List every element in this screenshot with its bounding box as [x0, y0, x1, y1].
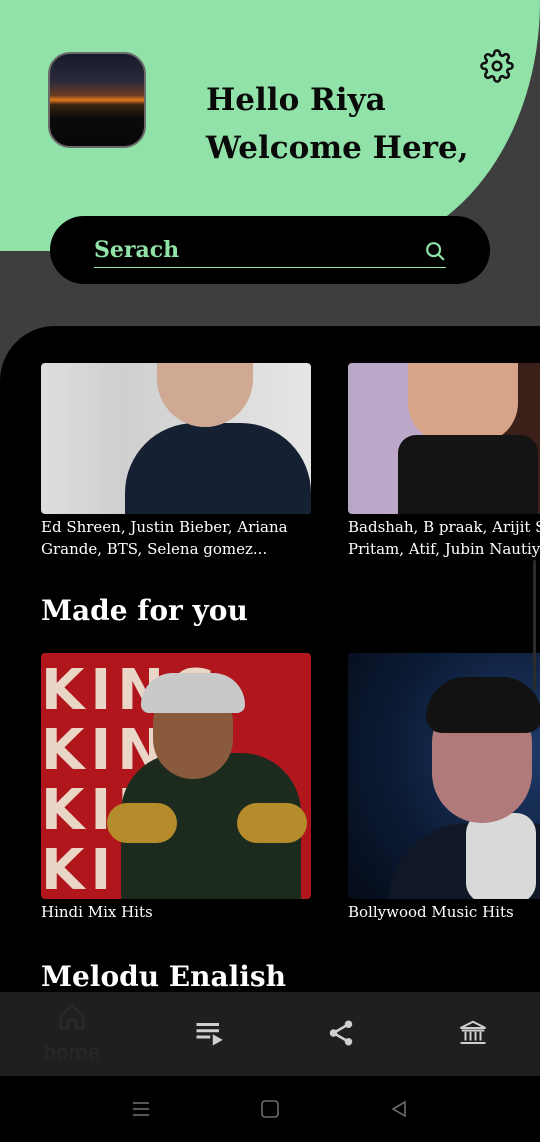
nav-playlist[interactable]	[170, 992, 250, 1076]
gear-icon[interactable]	[480, 49, 514, 83]
main-content: Ed Shreen, Justin Bieber, Ariana Grande,…	[0, 326, 540, 992]
playlist-cover: KING KING KING KING	[41, 653, 311, 899]
artist-caption-line-1: Ed Shreen, Justin Bieber, Ariana	[41, 518, 288, 536]
greeting-line-2: Welcome Here,	[206, 130, 469, 166]
artist-image	[41, 363, 311, 514]
nav-home[interactable]: home	[32, 992, 112, 1076]
playlist-card[interactable]: KING KING KING KING Hindi Mix Hits	[41, 653, 311, 923]
scrollbar[interactable]	[533, 560, 536, 690]
nav-home-label: home	[43, 1040, 101, 1064]
nav-library[interactable]	[434, 992, 514, 1076]
greeting-line-1: Hello Riya	[206, 82, 386, 118]
bottom-nav: home	[0, 992, 540, 1076]
share-icon	[329, 1020, 353, 1046]
artist-caption-line-2: Grande, BTS, Selena gomez...	[41, 540, 268, 558]
search-icon[interactable]	[424, 240, 446, 262]
artist-caption-line-2: Pritam, Atif, Jubin Nautiy	[348, 540, 540, 558]
avatar[interactable]	[48, 52, 146, 148]
home-square-icon[interactable]	[258, 1097, 282, 1121]
section-title-made-for-you: Made for you	[41, 594, 248, 627]
playlist-caption: Hindi Mix Hits	[41, 903, 153, 921]
header: Hello Riya Welcome Here,	[0, 0, 540, 251]
artist-image	[348, 363, 540, 514]
back-icon[interactable]	[387, 1097, 411, 1121]
artist-card[interactable]: Ed Shreen, Justin Bieber, Ariana Grande,…	[41, 363, 311, 560]
section-title-melody-english: Melodu Enalish	[41, 960, 287, 992]
playlist-caption: Bollywood Music Hits	[348, 903, 514, 921]
menu-icon[interactable]	[129, 1097, 153, 1121]
library-icon	[460, 1020, 486, 1044]
greeting: Hello Riya Welcome Here,	[206, 76, 469, 172]
playlist-cover	[348, 653, 540, 899]
system-nav-bar	[0, 1076, 540, 1142]
artist-card[interactable]: Badshah, B praak, Arijit S Pritam, Atif,…	[348, 363, 540, 560]
home-icon	[59, 1004, 85, 1030]
playlist-card[interactable]: Bollywood Music Hits	[348, 653, 540, 923]
artist-caption-line-1: Badshah, B praak, Arijit S	[348, 518, 540, 536]
search-input[interactable]	[94, 232, 446, 268]
nav-share[interactable]	[302, 992, 382, 1076]
playlist-icon	[196, 1023, 223, 1046]
